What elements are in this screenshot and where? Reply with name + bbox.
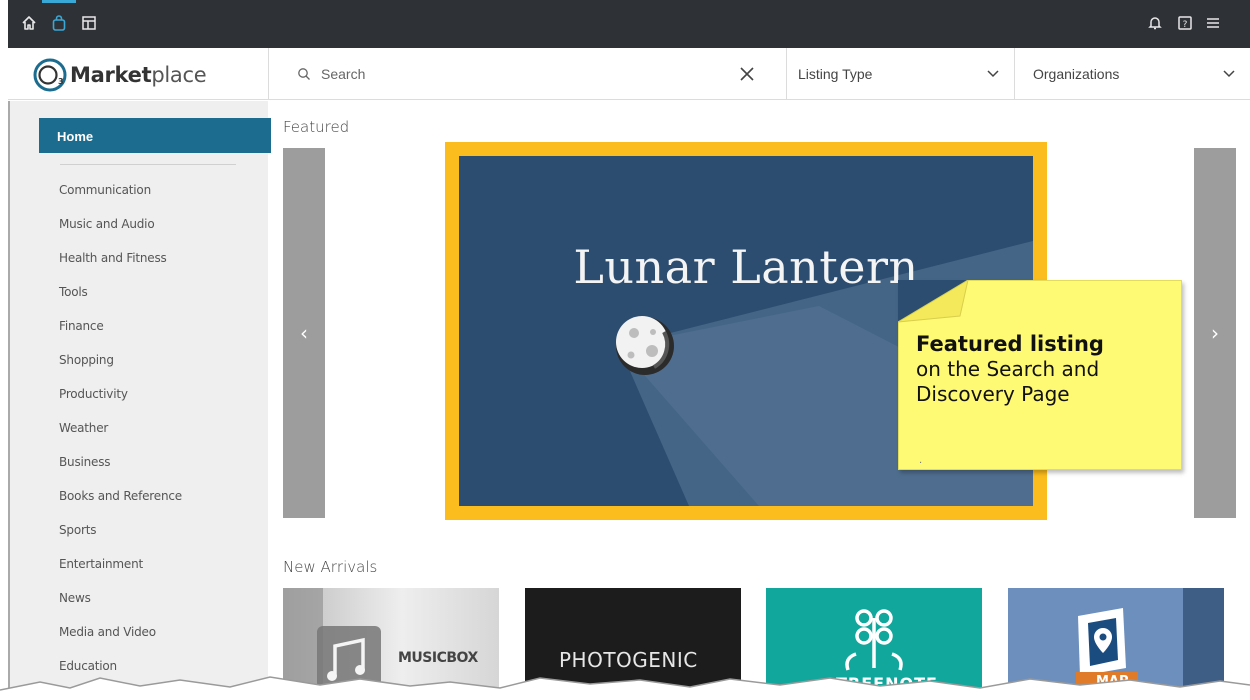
sidebar-item-media-and-video[interactable]: Media and Video [59, 623, 182, 657]
listing-type-dropdown[interactable]: Listing Type [780, 48, 1015, 100]
chevron-down-icon [987, 70, 999, 78]
sidebar-item-finance[interactable]: Finance [59, 317, 182, 351]
moon-icon [616, 316, 674, 375]
bell-icon[interactable] [1144, 12, 1166, 34]
callout-line-2: Discovery Page [916, 382, 1070, 406]
search-input[interactable] [321, 66, 701, 82]
bag-icon[interactable] [42, 0, 76, 34]
sidebar-item-news[interactable]: News [59, 589, 182, 623]
search-icon [298, 68, 310, 80]
organizations-label: Organizations [1033, 66, 1120, 82]
category-list: Communication Music and Audio Health and F… [59, 181, 182, 691]
search-bar [268, 48, 787, 100]
logo-wordmark: Marketplace [70, 63, 207, 87]
listing-type-label: Listing Type [798, 66, 873, 82]
sidebar-item-business[interactable]: Business [59, 453, 182, 487]
sidebar-item-productivity[interactable]: Productivity [59, 385, 182, 419]
menu-icon[interactable] [1202, 12, 1224, 34]
callout-text: Featured listing on the Search and Disco… [916, 332, 1104, 407]
sidebar-item-weather[interactable]: Weather [59, 419, 182, 453]
home-icon[interactable] [18, 12, 40, 34]
sidebar-divider [60, 164, 236, 165]
header-bar: 3 Marketplace Listing Type Organizations [8, 48, 1250, 100]
chevron-down-icon [1223, 70, 1235, 78]
sidebar-item-shopping[interactable]: Shopping [59, 351, 182, 385]
svg-text:3: 3 [58, 77, 64, 86]
new-arrivals-heading: New Arrivals [283, 558, 378, 576]
callout-line-1: on the Search and [916, 357, 1100, 381]
category-sidebar: Home Communication Music and Audio Health … [8, 101, 271, 700]
sidebar-item-entertainment[interactable]: Entertainment [59, 555, 182, 589]
organizations-dropdown[interactable]: Organizations [1015, 48, 1250, 100]
o3-logo-icon: 3 [32, 57, 68, 93]
help-icon[interactable]: ? [1174, 12, 1196, 34]
sidebar-item-health-and-fitness[interactable]: Health and Fitness [59, 249, 182, 283]
sidebar-item-music-and-audio[interactable]: Music and Audio [59, 215, 182, 249]
callout-dot: . [919, 455, 923, 466]
featured-prev-button[interactable]: ‹ [283, 148, 325, 518]
torn-edge-decoration [0, 676, 1250, 700]
marketplace-logo[interactable]: 3 Marketplace [32, 57, 207, 93]
sidebar-item-communication[interactable]: Communication [59, 181, 182, 215]
layout-icon[interactable] [78, 12, 100, 34]
top-nav-bar: ? [8, 0, 1250, 48]
sidebar-item-books-and-reference[interactable]: Books and Reference [59, 487, 182, 521]
svg-text:?: ? [1183, 20, 1188, 30]
note-fold-corner [898, 280, 969, 323]
callout-bold-text: Featured listing [916, 332, 1104, 356]
sidebar-item-home[interactable]: Home [39, 118, 271, 153]
sidebar-item-tools[interactable]: Tools [59, 283, 182, 317]
sidebar-item-sports[interactable]: Sports [59, 521, 182, 555]
featured-heading: Featured [283, 118, 350, 136]
featured-next-button[interactable]: › [1194, 148, 1236, 518]
clear-search-icon[interactable] [738, 65, 756, 83]
